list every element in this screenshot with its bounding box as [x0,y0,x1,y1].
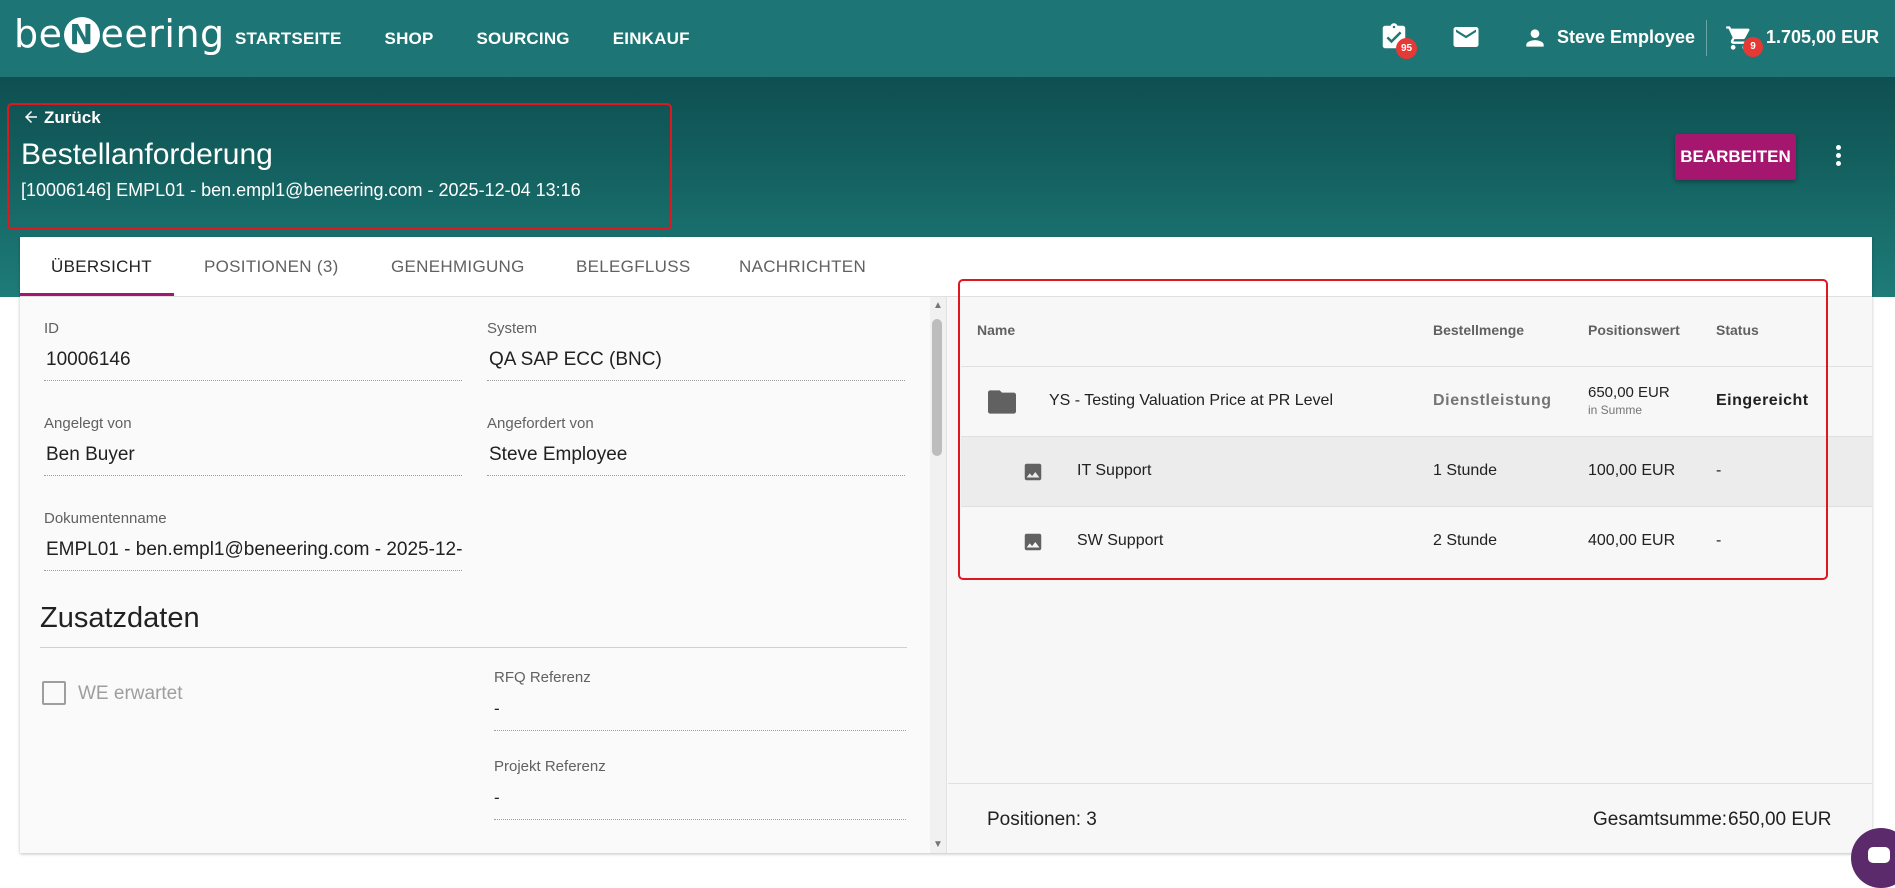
tab-genehmigung[interactable]: GENEHMIGUNG [391,257,525,277]
total-value: 650,00 EUR [1728,809,1832,830]
total-label: Gesamtsumme: [1593,809,1728,830]
nav-shop[interactable]: SHOP [385,29,434,49]
created-by-field[interactable]: Ben Buyer [44,444,462,476]
id-label: ID [44,320,59,337]
tab-uebersicht[interactable]: ÜBERSICHT [51,257,152,277]
active-tab-indicator [20,293,174,296]
scrollbar-thumb[interactable] [932,319,942,456]
id-field[interactable]: 10006146 [44,349,462,381]
top-bar: be Neering STARTSEITE SHOP SOURCING EINKA… [0,0,1895,77]
project-reference-field[interactable]: - [494,788,906,820]
task-clipboard-icon[interactable]: 95 [1379,22,1417,59]
rfq-reference-field[interactable]: - [494,699,906,731]
edit-button[interactable]: BEARBEITEN [1675,134,1796,180]
section-title-zusatzdaten: Zusatzdaten [40,602,200,634]
scroll-down-icon[interactable]: ▼ [933,839,943,850]
tasks-badge: 95 [1396,38,1417,59]
more-vert-icon[interactable] [1832,145,1844,169]
positions-footer: Positionen: 3 Gesamtsumme: 650,00 EUR [948,783,1872,853]
rfq-reference-label: RFQ Referenz [494,669,591,686]
scroll-up-icon[interactable]: ▲ [933,300,943,311]
divider [1706,20,1707,56]
gr-expected-label: WE erwartet [78,683,183,704]
main-nav: STARTSEITE SHOP SOURCING EINKAUF [235,0,733,77]
tab-belegfluss[interactable]: BELEGFLUSS [576,257,691,277]
positions-count: Positionen: 3 [987,809,1097,830]
cart-amount[interactable]: 1.705,00 EUR [1766,27,1879,48]
system-field[interactable]: QA SAP ECC (BNC) [487,349,905,381]
tab-nachrichten[interactable]: NACHRICHTEN [739,257,866,277]
section-divider [40,647,907,648]
requested-by-label: Angefordert von [487,415,594,432]
nav-sourcing[interactable]: SOURCING [477,29,570,49]
beneering-logo[interactable]: be Neering [14,12,225,56]
cart-badge: 9 [1743,37,1763,57]
nav-einkauf[interactable]: EINKAUF [613,29,690,49]
mail-icon[interactable] [1451,22,1481,52]
highlight-frame-header [7,103,672,230]
highlight-frame-positions [958,279,1828,580]
project-reference-label: Projekt Referenz [494,758,606,775]
document-name-label: Dokumentenname [44,510,167,527]
requested-by-field[interactable]: Steve Employee [487,444,905,476]
gr-expected-checkbox[interactable] [42,681,66,705]
overview-panel: ID 10006146 System QA SAP ECC (BNC) Ange… [20,297,947,853]
user-name[interactable]: Steve Employee [1557,27,1695,48]
cart-icon[interactable]: 9 [1725,24,1763,57]
document-name-field[interactable]: EMPL01 - ben.empl1@beneering.com - 2025-… [44,539,462,571]
person-icon[interactable] [1522,25,1548,51]
nav-startseite[interactable]: STARTSEITE [235,29,342,49]
system-label: System [487,320,538,337]
tab-positionen[interactable]: POSITIONEN (3) [204,257,339,277]
bot-icon [1868,847,1890,863]
created-by-label: Angelegt von [44,415,132,432]
